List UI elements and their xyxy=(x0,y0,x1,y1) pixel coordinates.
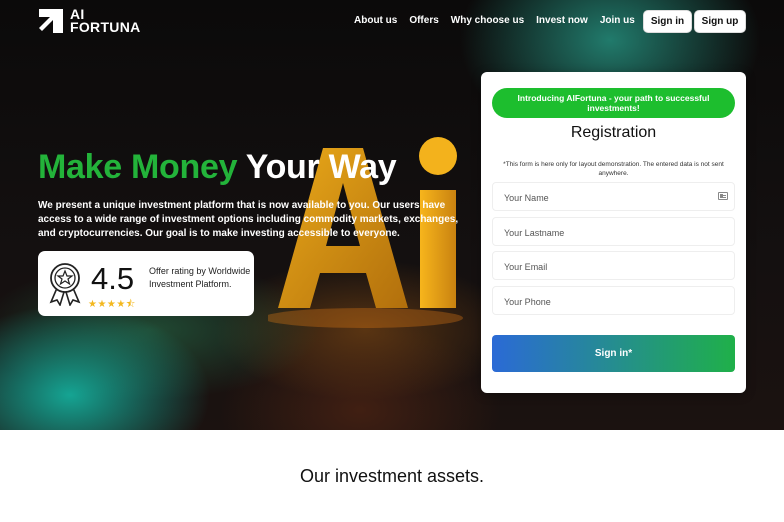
phone-input[interactable] xyxy=(493,287,706,316)
rating-description: Offer rating by Worldwide Investment Pla… xyxy=(149,266,251,289)
hero-section: AI FORTUNA About us Offers Why choose us… xyxy=(0,0,784,430)
email-field xyxy=(492,251,735,281)
lastname-field xyxy=(492,217,735,247)
nav-invest-now[interactable]: Invest now xyxy=(536,15,588,26)
hero-headline: Make Money Your Way xyxy=(38,148,397,187)
nav-join-us[interactable]: Join us xyxy=(600,15,635,26)
contact-card-icon xyxy=(718,192,728,200)
main-nav: About us Offers Why choose us Invest now… xyxy=(354,15,635,26)
logo-text: AI FORTUNA xyxy=(70,7,141,35)
form-submit-button[interactable]: Sign in* xyxy=(492,335,735,372)
award-badge-icon xyxy=(49,263,81,306)
rating-value: 4.5 xyxy=(91,261,135,296)
rating-stars: ★★★★⯪ xyxy=(88,299,136,310)
headline-white-part: Your Way xyxy=(245,148,397,186)
header-sign-in-button[interactable]: Sign in xyxy=(643,10,692,33)
lastname-input[interactable] xyxy=(493,218,706,247)
nav-offers[interactable]: Offers xyxy=(409,15,438,26)
header-sign-up-button[interactable]: Sign up xyxy=(694,10,746,33)
name-field xyxy=(492,182,735,212)
headline-green-part: Make Money xyxy=(38,148,238,186)
phone-field xyxy=(492,286,735,316)
hero-description: We present a unique investment platform … xyxy=(38,200,459,239)
logo[interactable]: AI FORTUNA xyxy=(38,7,141,35)
investment-assets-heading: Our investment assets. xyxy=(299,466,485,486)
intro-banner: Introducing AIFortuna - your path to suc… xyxy=(492,88,735,118)
logo-line-2: FORTUNA xyxy=(70,19,141,35)
logo-mark-icon xyxy=(39,9,63,33)
email-input[interactable] xyxy=(493,252,706,281)
nav-why-choose-us[interactable]: Why choose us xyxy=(451,15,524,26)
nav-about-us[interactable]: About us xyxy=(354,15,397,26)
form-disclaimer: *This form is here only for layout demon… xyxy=(503,161,724,177)
rating-card: 4.5 ★★★★⯪ Offer rating by Worldwide Inve… xyxy=(38,251,254,316)
registration-form: Introducing AIFortuna - your path to suc… xyxy=(481,72,746,393)
registration-title: Registration xyxy=(570,124,657,141)
name-input[interactable] xyxy=(493,183,706,212)
